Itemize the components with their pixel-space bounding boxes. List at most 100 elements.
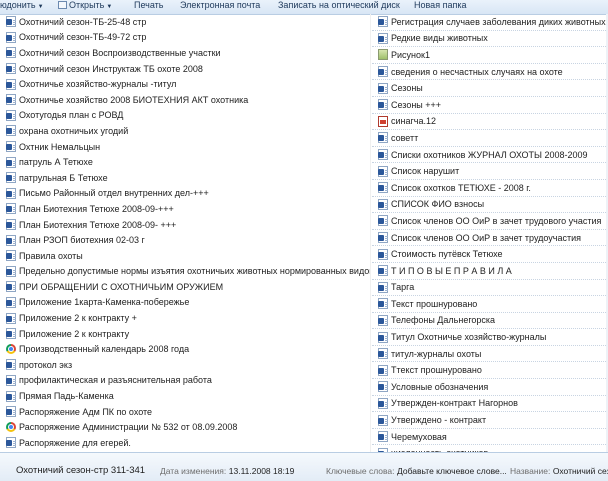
word-doc-icon — [378, 381, 388, 393]
file-list-item[interactable]: Производственный календарь 2008 года — [0, 341, 370, 357]
file-list-item[interactable]: Список нарушит — [372, 163, 608, 180]
file-list-item[interactable]: синагча.12 — [372, 114, 608, 131]
file-name: Т И П О В Ы Е П Р А В И Л А — [391, 265, 512, 276]
file-list-item[interactable]: Приложение 2 к контракту — [0, 326, 370, 342]
file-list-item[interactable]: Распоряжение Администрации № 532 от 08.0… — [0, 419, 370, 435]
file-list-item[interactable]: Список членов ОО ОиР в зачет трудового у… — [372, 213, 608, 230]
file-name: Списки охотников ЖУРНАЛ ОХОТЫ 2008-2009 — [391, 149, 588, 160]
organize-button[interactable]: юдонить ▼ — [0, 0, 44, 11]
file-list-item[interactable]: План РЗОП биотехния 02-03 г — [0, 232, 370, 248]
word-doc-icon — [6, 47, 16, 59]
file-list-item[interactable]: Охотничий сезон Воспроизводственные учас… — [0, 45, 370, 61]
file-name: Охтник Немальцын — [19, 141, 101, 152]
file-name: Тарга — [391, 282, 415, 293]
print-button[interactable]: Печать — [134, 0, 163, 11]
file-list-item[interactable]: титул-журналы охоты — [372, 346, 608, 363]
file-list-item[interactable]: Список охотков ТЕТЮХЕ - 2008 г. — [372, 180, 608, 197]
file-name: Распоряжение для егерей. — [19, 437, 131, 448]
word-doc-icon — [6, 359, 16, 371]
file-name: патрульная Б Тетюхе — [19, 172, 108, 183]
file-list-item[interactable]: Т И П О В Ы Е П Р А В И Л А — [372, 263, 608, 280]
file-list-item[interactable]: Список членов ОО ОиР в зачет трудоучасти… — [372, 230, 608, 247]
file-list-item[interactable]: патрульная Б Тетюхе — [0, 170, 370, 186]
file-name: Охотничий сезон-ТБ-25-48 стр — [19, 16, 147, 27]
file-name: Производственный календарь 2008 года — [19, 344, 190, 355]
title-value[interactable]: Охотничий сезон — [553, 466, 608, 476]
file-name: Список охотков ТЕТЮХЕ - 2008 г. — [391, 182, 531, 193]
file-list-item[interactable]: Охотничий сезон Инструктаж ТБ охоте 2008 — [0, 61, 370, 77]
modified-date: Дата изменения: 13.11.2008 18:19 — [160, 466, 294, 476]
file-list-item[interactable]: Охотничий сезон-ТБ-49-72 стр — [0, 30, 370, 46]
file-list-item[interactable]: Утвержден-контракт Нагорнов — [372, 396, 608, 413]
file-list-item[interactable]: Охотничье хозяйство 2008 БИОТЕХНИЯ АКТ о… — [0, 92, 370, 108]
file-list-item[interactable]: советт — [372, 130, 608, 147]
word-doc-icon — [6, 78, 16, 90]
word-doc-icon — [6, 172, 16, 184]
file-list-item[interactable]: План Биотехния Тетюхе 2008-09-+++ — [0, 201, 370, 217]
file-list-item[interactable]: Охтник Немальцын — [0, 139, 370, 155]
file-list-item[interactable]: Приложение 2 к контракту + — [0, 310, 370, 326]
file-name: Ттекст прошнуровано — [391, 365, 482, 376]
file-name: Охотничий сезон Воспроизводственные учас… — [19, 47, 221, 58]
file-name: Распоряжение Адм ПК по охоте — [19, 406, 153, 417]
file-list-item[interactable]: Правила охоты — [0, 248, 370, 264]
file-list-item[interactable]: Охотничье хозяйство-журналы -титул — [0, 76, 370, 92]
file-list-item[interactable]: Текст прошнуровано — [372, 296, 608, 313]
word-doc-icon — [378, 215, 388, 227]
file-list-item[interactable]: Телефоны Дальнегорска — [372, 313, 608, 330]
file-list-item[interactable]: Условные обозначения — [372, 379, 608, 396]
file-list-item[interactable]: Охотничий сезон-ТБ-25-48 стр — [0, 14, 370, 30]
file-list-item[interactable]: Письмо Районный отдел внутренних дел-+++ — [0, 186, 370, 202]
file-list-item[interactable]: Предельно допустимые нормы изъятия охотн… — [0, 264, 370, 280]
word-doc-icon — [6, 406, 16, 418]
word-doc-icon — [378, 16, 388, 28]
file-list-item[interactable]: Утверждено - контракт — [372, 412, 608, 429]
modified-value: 13.11.2008 18:19 — [228, 466, 295, 476]
file-list-item[interactable]: Черемуховая — [372, 429, 608, 446]
file-list-item[interactable]: Регистрация случаев заболевания диких жи… — [372, 14, 608, 31]
file-list-item[interactable]: Титул Охотничье хозяйство-журналы — [372, 329, 608, 346]
word-doc-icon — [378, 165, 388, 177]
file-list-item[interactable]: Рисунок1 — [372, 47, 608, 64]
email-button[interactable]: Электронная почта — [180, 0, 260, 11]
file-list-item[interactable]: Распоряжение Адм ПК по охоте — [0, 404, 370, 420]
word-doc-icon — [6, 203, 16, 215]
file-list-item[interactable]: охрана охотничьих угодий — [0, 123, 370, 139]
file-list-item[interactable]: Сезоны — [372, 80, 608, 97]
file-name: советт — [391, 132, 419, 143]
file-list-item[interactable]: План Биотехния Тетюхе 2008-09- +++ — [0, 217, 370, 233]
file-list-item[interactable]: Приложение 1карта-Каменка-побережье — [0, 295, 370, 311]
file-name: Правила охоты — [19, 250, 83, 261]
file-list-item[interactable]: Ттекст прошнуровано — [372, 362, 608, 380]
file-list-item[interactable]: Редкие виды животных — [372, 31, 608, 48]
word-doc-icon — [6, 328, 16, 340]
file-list-item[interactable]: сведения о несчастных случаях на охоте — [372, 64, 608, 81]
file-name: сведения о несчастных случаях на охоте — [391, 66, 563, 77]
file-list-item[interactable]: ПРИ ОБРАЩЕНИИ С ОХОТНИЧЬИМ ОРУЖИЕМ — [0, 279, 370, 295]
open-button[interactable]: Открыть ▼ — [58, 0, 112, 11]
file-name: патруль А Тетюхе — [19, 157, 93, 168]
file-list-item[interactable]: Сезоны +++ — [372, 97, 608, 114]
file-name: Стоимость путёвск Тетюхе — [391, 249, 503, 260]
word-doc-icon — [6, 187, 16, 199]
title-field[interactable]: Название: Охотничий сезон — [510, 466, 608, 476]
file-list-item[interactable]: Охотугодья план с РОВД — [0, 108, 370, 124]
word-doc-icon — [6, 390, 16, 402]
file-name: Приложение 1карта-Каменка-побережье — [19, 297, 190, 308]
dropdown-arrow-icon: ▼ — [106, 4, 113, 10]
keywords-field[interactable]: Ключевые слова: Добавьте ключевое слове.… — [326, 466, 507, 476]
file-list-item[interactable]: СПИСОК ФИО взносы — [372, 197, 608, 214]
word-doc-icon — [378, 364, 388, 376]
new-folder-button[interactable]: Новая папка — [414, 0, 466, 11]
file-list-item[interactable]: профилактическая и разъяснительная работ… — [0, 373, 370, 389]
keywords-value[interactable]: Добавьте ключевое слове... — [397, 466, 507, 476]
file-list-item[interactable]: протокол экз — [0, 357, 370, 373]
file-list-item[interactable]: Списки охотников ЖУРНАЛ ОХОТЫ 2008-2009 — [372, 147, 608, 164]
word-doc-icon — [378, 298, 388, 310]
file-list-item[interactable]: патруль А Тетюхе — [0, 154, 370, 170]
file-list-item[interactable]: Прямая Падь-Каменка — [0, 388, 370, 404]
file-list-item[interactable]: Стоимость путёвск Тетюхе — [372, 246, 608, 263]
burn-disc-button[interactable]: Записать на оптический диск — [278, 0, 400, 11]
file-list-item[interactable]: Распоряжение для егерей. — [0, 435, 370, 451]
file-list-item[interactable]: Тарга — [372, 280, 608, 297]
